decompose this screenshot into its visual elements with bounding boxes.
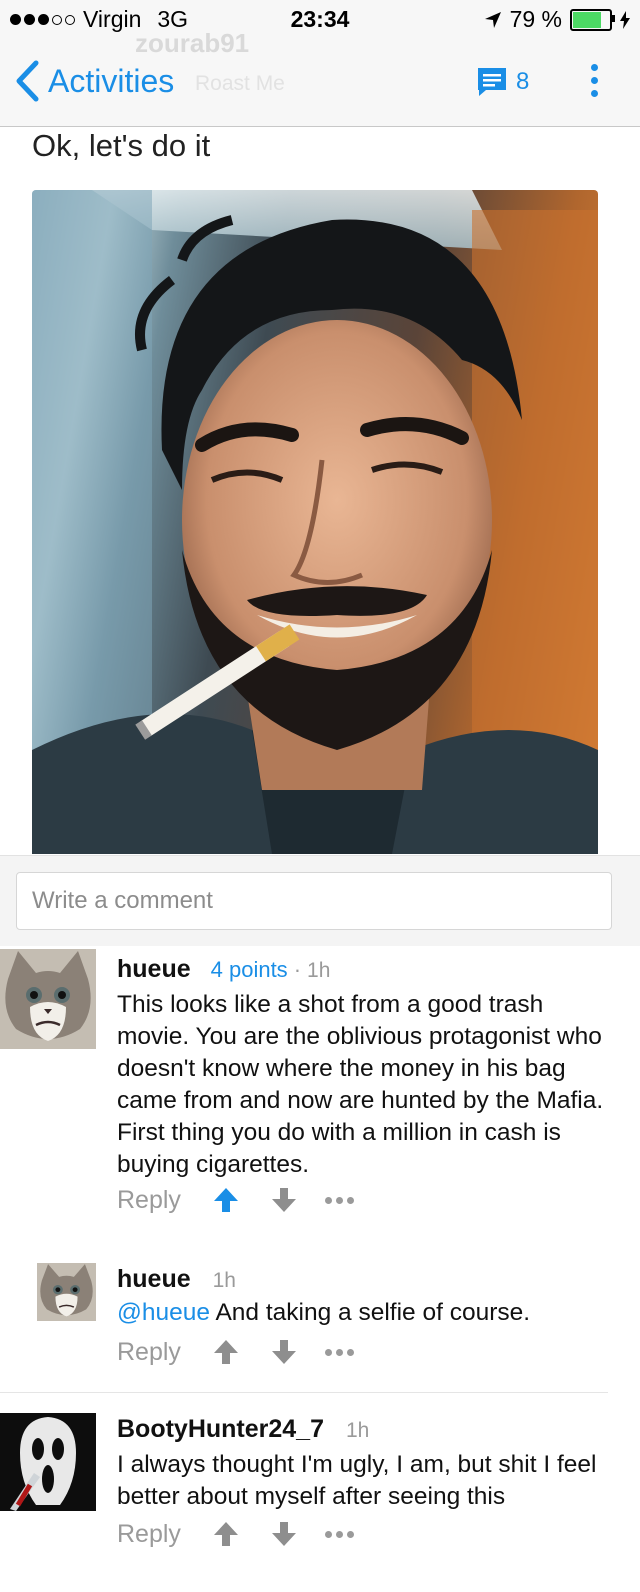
comment-bubble-icon bbox=[478, 68, 506, 96]
comment-input[interactable] bbox=[16, 872, 612, 930]
more-options-button[interactable] bbox=[582, 64, 606, 104]
reply-button[interactable]: Reply bbox=[117, 1520, 181, 1549]
location-arrow-icon bbox=[484, 11, 501, 28]
comment-more-options-button[interactable] bbox=[324, 1196, 354, 1204]
comment-points: 4 points bbox=[210, 957, 288, 982]
post-title: Ok, let's do it bbox=[32, 128, 211, 163]
battery-percent: 79 % bbox=[509, 6, 562, 32]
user-avatar[interactable] bbox=[0, 949, 96, 1049]
comment-username[interactable]: BootyHunter24_7 bbox=[117, 1415, 324, 1444]
comment-text: @hueue And taking a selfie of course. bbox=[117, 1297, 607, 1329]
upvote-arrow-icon[interactable] bbox=[211, 1337, 241, 1367]
comment-more-options-button[interactable] bbox=[324, 1530, 354, 1538]
user-avatar[interactable] bbox=[37, 1263, 96, 1321]
comment-count: 8 bbox=[516, 68, 530, 95]
reply-button[interactable]: Reply bbox=[117, 1338, 181, 1367]
selfie-illustration bbox=[32, 190, 598, 854]
battery-icon bbox=[570, 8, 615, 31]
comment-item: hueue 4 points · 1h This looks like a sh… bbox=[0, 945, 640, 1235]
upvote-arrow-icon[interactable] bbox=[211, 1185, 241, 1215]
back-button-label: Activities bbox=[48, 62, 175, 99]
chevron-left-icon bbox=[16, 60, 39, 102]
downvote-arrow-icon[interactable] bbox=[269, 1519, 299, 1549]
comment-time: 1h bbox=[212, 1269, 236, 1292]
reply-button[interactable]: Reply bbox=[117, 1186, 181, 1215]
comment-time: 1h bbox=[307, 959, 331, 982]
grumpy-cat-avatar bbox=[37, 1263, 96, 1321]
post-photo[interactable] bbox=[32, 190, 598, 854]
battery-status: 79 % bbox=[484, 6, 630, 33]
comment-text: This looks like a shot from a good trash… bbox=[117, 991, 604, 1178]
comment-reply-item: hueue 1h @hueue And taking a selfie of c… bbox=[0, 1255, 640, 1385]
user-avatar[interactable] bbox=[0, 1413, 96, 1511]
comment-divider bbox=[0, 1392, 608, 1393]
comment-item: BootyHunter24_7 1h I always thought I'm … bbox=[0, 1405, 640, 1592]
user-mention-link[interactable]: @hueue bbox=[117, 1299, 210, 1326]
comment-username[interactable]: hueue bbox=[117, 1265, 191, 1294]
comment-composer bbox=[0, 855, 640, 946]
status-bar: Virgin 3G 23:34 79 % bbox=[0, 0, 640, 40]
navigation-bar: zourab91 Roast Me Activities 8 bbox=[0, 28, 640, 127]
faded-subreddit: Roast Me bbox=[195, 72, 285, 95]
ghostface-avatar bbox=[0, 1413, 96, 1511]
upvote-arrow-icon[interactable] bbox=[211, 1519, 241, 1549]
grumpy-cat-avatar bbox=[0, 949, 96, 1049]
comment-text: I always thought I'm ugly, I am, but shi… bbox=[117, 1451, 597, 1510]
downvote-arrow-icon[interactable] bbox=[269, 1337, 299, 1367]
downvote-arrow-icon[interactable] bbox=[269, 1185, 299, 1215]
comment-text-rest: And taking a selfie of course. bbox=[210, 1299, 531, 1326]
faded-username: zourab91 bbox=[135, 28, 250, 58]
charging-bolt-icon bbox=[620, 10, 630, 29]
comment-time: 1h bbox=[346, 1419, 370, 1442]
comment-username[interactable]: hueue bbox=[117, 955, 191, 984]
comments-count-button[interactable]: 8 bbox=[476, 66, 529, 98]
meta-separator: · bbox=[293, 957, 302, 982]
comment-more-options-button[interactable] bbox=[324, 1348, 354, 1356]
back-button[interactable]: Activities bbox=[14, 60, 174, 102]
